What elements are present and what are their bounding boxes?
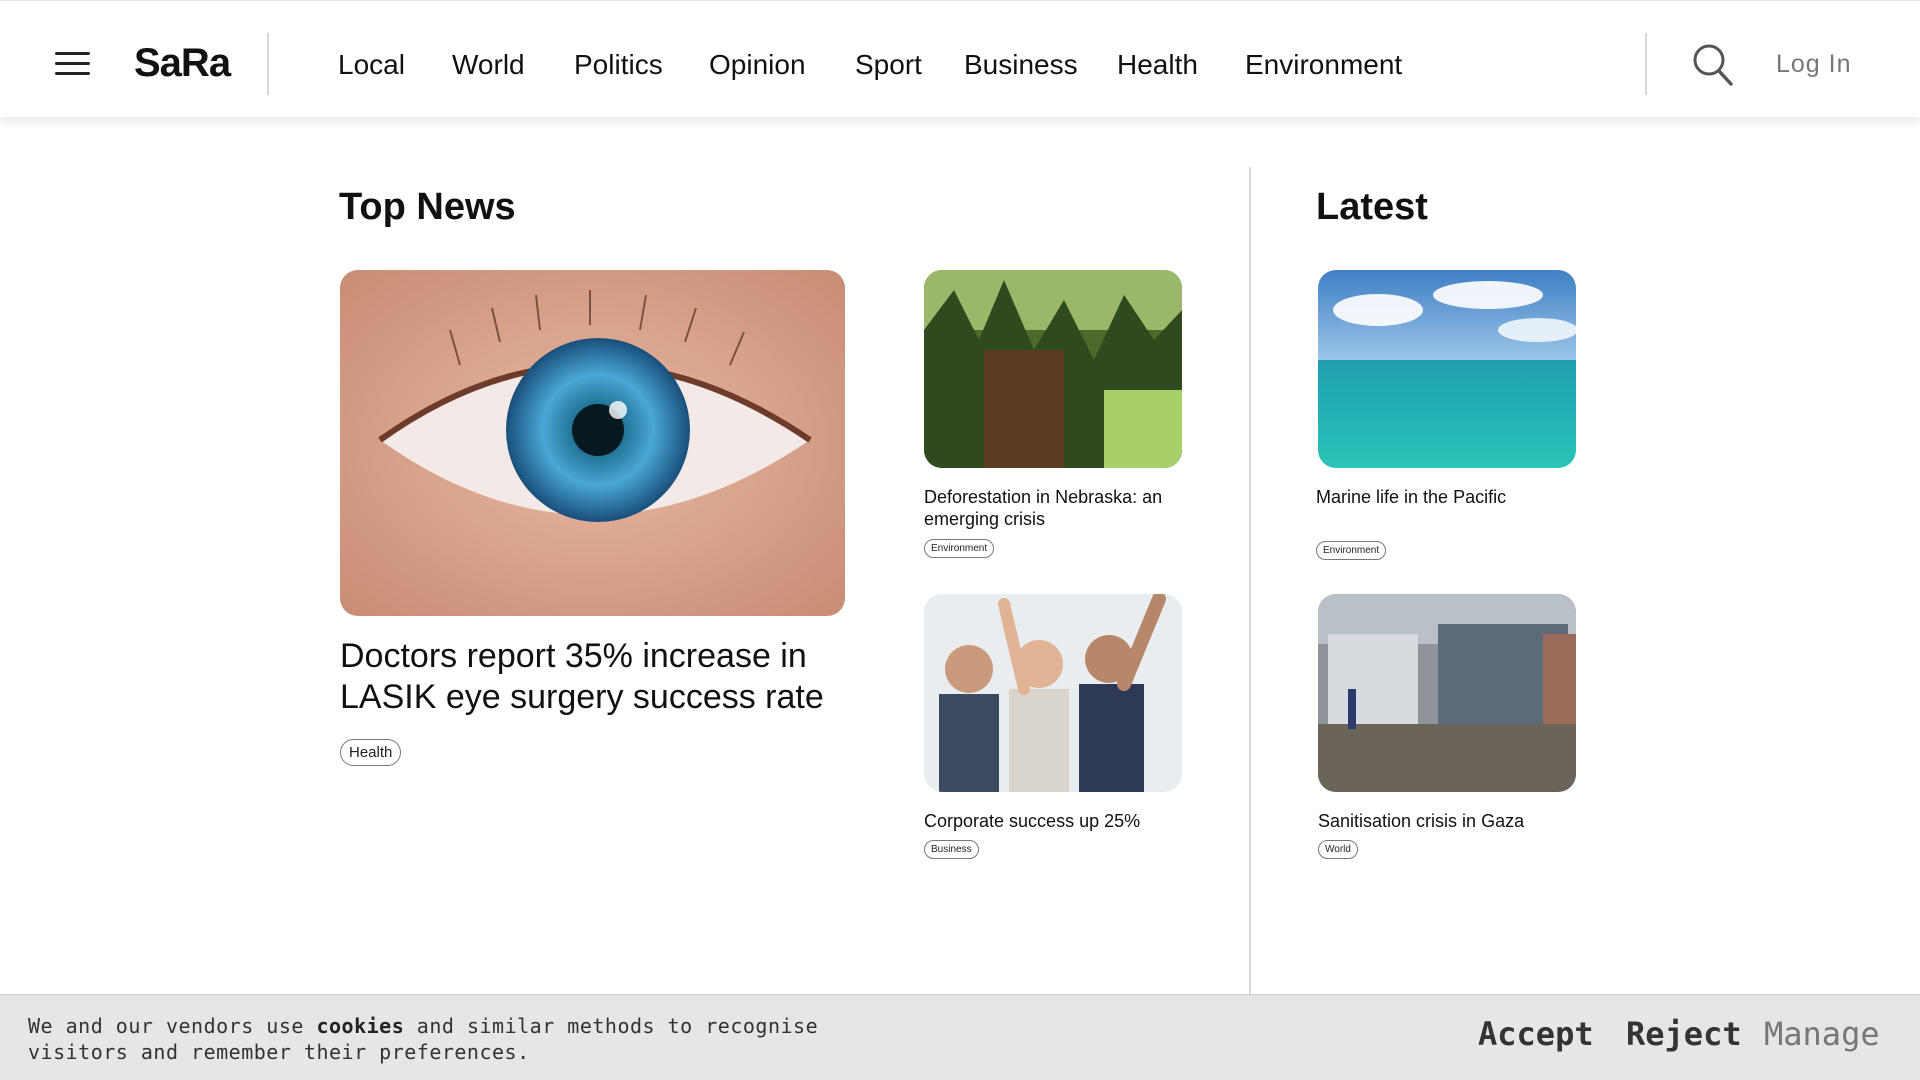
nav-world[interactable]: World [452, 49, 525, 81]
nav-business[interactable]: Business [964, 49, 1078, 81]
cookie-manage-button[interactable]: Manage [1764, 1015, 1880, 1053]
latest-2-tag[interactable]: World [1318, 840, 1358, 859]
latest-1-headline[interactable]: Marine life in the Pacific [1316, 486, 1586, 508]
login-link[interactable]: Log In [1776, 50, 1852, 79]
header-divider-right [1645, 33, 1647, 95]
latest-2-image[interactable] [1318, 594, 1576, 792]
main-story-tag[interactable]: Health [340, 739, 402, 766]
cookie-banner: We and our vendors use cookies and simil… [0, 994, 1920, 1080]
side-story-2-tag[interactable]: Business [924, 840, 979, 859]
latest-1-image[interactable] [1318, 270, 1576, 468]
top-news-title: Top News [339, 186, 516, 228]
site-logo[interactable]: SaRa [134, 41, 231, 86]
side-story-2-image[interactable] [924, 594, 1182, 792]
side-story-1-headline[interactable]: Deforestation in Nebraska: an emerging c… [924, 486, 1194, 530]
side-story-1-image[interactable] [924, 270, 1182, 468]
latest-title: Latest [1316, 186, 1428, 228]
header-divider [267, 33, 269, 95]
column-divider [1249, 167, 1251, 995]
latest-2-headline[interactable]: Sanitisation crisis in Gaza [1318, 810, 1588, 832]
nav-environment[interactable]: Environment [1245, 49, 1402, 81]
side-story-1-tag[interactable]: Environment [924, 539, 995, 558]
latest-1-tag[interactable]: Environment [1316, 541, 1387, 560]
main-story-headline[interactable]: Doctors report 35% increase in LASIK eye… [340, 636, 860, 718]
cookie-text-pre: We and our vendors use [28, 1014, 317, 1038]
cookie-accept-button[interactable]: Accept [1478, 1015, 1594, 1053]
menu-icon[interactable] [55, 52, 90, 76]
nav-local[interactable]: Local [338, 49, 405, 81]
cookie-text-bold: cookies [316, 1014, 405, 1038]
nav-opinion[interactable]: Opinion [709, 49, 806, 81]
nav-sport[interactable]: Sport [855, 49, 922, 81]
cookie-message: We and our vendors use cookies and simil… [28, 1013, 928, 1065]
nav-health[interactable]: Health [1117, 49, 1198, 81]
site-header: SaRa Local World Politics Opinion Sport … [0, 0, 1920, 117]
nav-politics[interactable]: Politics [574, 49, 663, 81]
cookie-reject-button[interactable]: Reject [1626, 1015, 1742, 1053]
main-story-image[interactable] [340, 270, 845, 616]
search-icon[interactable] [1692, 43, 1734, 87]
side-story-2-headline[interactable]: Corporate success up 25% [924, 810, 1194, 832]
